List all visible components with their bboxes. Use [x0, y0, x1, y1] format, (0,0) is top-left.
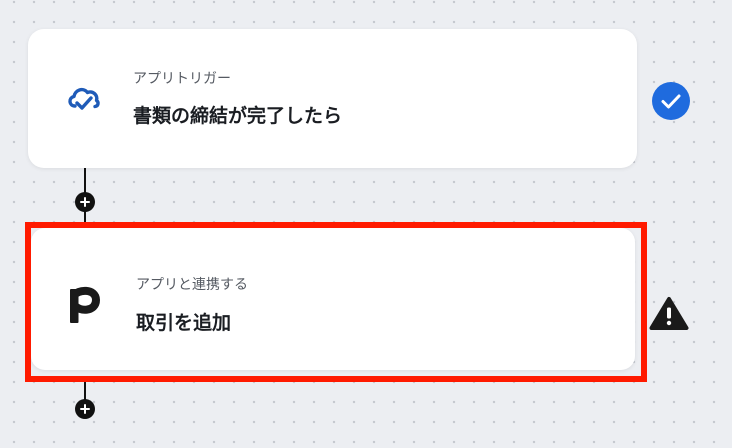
add-step-button[interactable] — [75, 399, 95, 419]
add-step-button[interactable] — [75, 192, 95, 212]
plus-icon — [80, 404, 90, 414]
check-circle-icon — [652, 82, 690, 120]
warning-triangle-icon — [649, 297, 689, 330]
step-type-label: アプリと連携する — [136, 277, 248, 293]
step-type-label: アプリトリガー — [133, 71, 231, 87]
trigger-step-card[interactable]: アプリトリガー 書類の締結が完了したら — [28, 29, 637, 168]
step-title: 書類の締結が完了したら — [133, 105, 343, 127]
step-title: 取引を追加 — [136, 312, 232, 334]
freee-p-logo-icon — [70, 286, 101, 323]
plus-icon — [80, 197, 90, 207]
action-step-card[interactable]: アプリと連携する 取引を追加 — [31, 228, 635, 370]
cloud-sign-icon — [68, 87, 100, 110]
